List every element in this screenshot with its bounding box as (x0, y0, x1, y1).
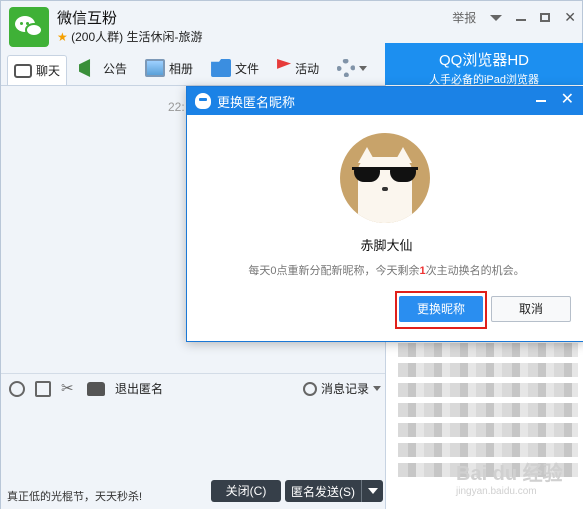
tip-suffix: 次主动换名的机会。 (425, 265, 525, 277)
message-input[interactable]: 真正低的光棍节，天天秒杀! 关闭(C) 匿名发送(S) (1, 403, 385, 509)
dialog-minimize-icon[interactable] (536, 100, 546, 102)
tab-chat-label: 聊天 (36, 64, 61, 78)
exit-anonymous-button[interactable]: 退出匿名 (115, 380, 163, 397)
rename-tip: 每天0点重新分配新昵称，今天剩余1次主动换名的机会。 (187, 262, 583, 278)
cat-nose (382, 187, 388, 191)
image-icon[interactable] (35, 380, 51, 397)
tab-album-label: 相册 (169, 61, 194, 76)
maximize-icon[interactable] (540, 13, 551, 22)
group-avatar[interactable] (9, 7, 49, 47)
group-name[interactable]: 微信互粉 (57, 7, 117, 28)
emoji-icon[interactable] (9, 380, 25, 397)
tab-file[interactable]: 文件 (205, 56, 265, 80)
change-nickname-button[interactable]: 更换昵称 (399, 296, 483, 322)
watermark-text: Bai du 经验 (456, 463, 563, 485)
promo-text[interactable]: 真正低的光棍节，天天秒杀! (7, 488, 142, 504)
tab-file-label: 文件 (235, 61, 260, 76)
chevron-down-icon (373, 386, 381, 391)
anonymous-nickname: 赤脚大仙 (360, 238, 413, 253)
picture-icon (145, 59, 166, 77)
report-link[interactable]: 举报 (452, 9, 476, 26)
settings-menu[interactable] (331, 56, 373, 80)
sunglasses-icon (352, 167, 418, 182)
history-button[interactable]: 消息记录 (302, 380, 381, 397)
list-item (398, 423, 578, 437)
wechat-bubble-small-icon (25, 23, 43, 37)
tab-chat[interactable]: 聊天 (7, 55, 68, 85)
close-button[interactable]: 关闭(C) (211, 480, 281, 502)
input-toolbar: ✂ 退出匿名 消息记录 (1, 373, 385, 403)
window-header: 微信互粉 ★ (200人群) 生活休闲-旅游 举报 ✕ (1, 1, 583, 49)
watermark-url: jingyan.baidu.com (456, 486, 537, 497)
tab-notice-label: 公告 (103, 61, 128, 76)
list-item (398, 403, 578, 417)
qq-penguin-icon (195, 93, 211, 109)
change-nickname-dialog: 更换匿名昵称 ✕ 赤脚大仙 每天0点重新分配新昵称，今天剩余1次主动换名的机会。… (186, 86, 583, 342)
group-subtitle: ★ (200人群) 生活休闲-旅游 (57, 28, 202, 45)
tab-activity-label: 活动 (295, 61, 320, 76)
chevron-down-icon (359, 65, 368, 71)
list-item (398, 383, 578, 397)
send-options-dropdown[interactable] (361, 480, 383, 502)
megaphone-icon (79, 59, 91, 77)
list-item (398, 443, 578, 457)
scissors-icon[interactable]: ✂ (61, 380, 77, 397)
chevron-down-icon[interactable] (490, 14, 503, 21)
group-subtitle-text: (200人群) 生活休闲-旅游 (71, 30, 203, 44)
clock-icon (302, 381, 317, 396)
history-label: 消息记录 (320, 382, 369, 396)
list-item (398, 363, 578, 377)
folder-icon (211, 59, 232, 77)
anonymous-mask-icon[interactable] (87, 381, 105, 396)
tab-notice[interactable]: 公告 (73, 56, 133, 80)
baidu-watermark: Bai du 经验 jingyan.baidu.com (456, 457, 563, 497)
tab-album[interactable]: 相册 (139, 56, 199, 80)
close-icon[interactable]: ✕ (564, 9, 576, 26)
cancel-button[interactable]: 取消 (491, 296, 571, 322)
dialog-titlebar: 更换匿名昵称 (187, 87, 583, 115)
group-toolbar: 聊天 公告 相册 文件 活动 (1, 51, 381, 85)
tab-activity[interactable]: 活动 (271, 56, 325, 80)
message-timestamp: 22: (168, 100, 185, 114)
anonymous-avatar (340, 133, 430, 223)
tip-prefix: 每天0点重新分配新昵称，今天剩余 (248, 265, 420, 277)
ad-title: QQ浏览器HD (438, 52, 529, 69)
dialog-close-icon[interactable]: ✕ (561, 92, 574, 108)
list-item (398, 343, 578, 357)
flag-icon (277, 59, 292, 69)
anonymous-send-button[interactable]: 匿名发送(S) (285, 480, 383, 502)
gear-icon (337, 59, 356, 77)
chevron-down-icon (367, 488, 378, 494)
minimize-icon[interactable] (516, 19, 527, 21)
chat-icon (14, 63, 32, 78)
qq-browser-ad[interactable]: QQ浏览器HD 人手必备的iPad浏览器 (385, 43, 583, 86)
dialog-title: 更换匿名昵称 (217, 94, 296, 110)
star-icon: ★ (57, 30, 68, 44)
window-controls: 举报 ✕ (452, 9, 576, 26)
send-label: 匿名发送(S) (291, 484, 355, 499)
